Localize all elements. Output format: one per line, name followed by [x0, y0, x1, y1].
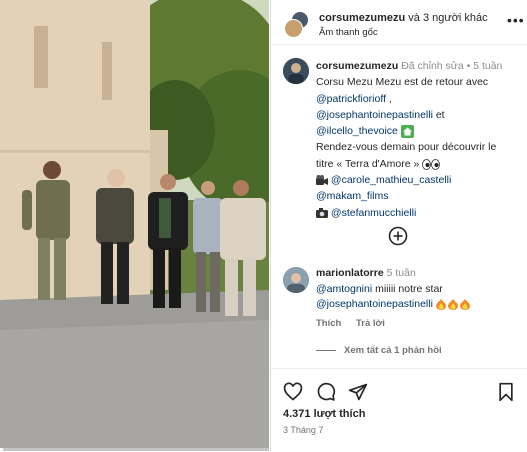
post-video[interactable]	[0, 0, 269, 451]
mention-link[interactable]: @makam_films	[316, 190, 389, 202]
video-frame	[0, 0, 269, 451]
post-panel: corsumezumezu và 3 người khác Âm thanh g…	[270, 0, 527, 451]
heart-icon[interactable]	[283, 382, 303, 402]
comment: marionlatorre 5 tuần @amtognini miiiii n…	[316, 266, 521, 313]
mention-link[interactable]: @patrickfiorioff	[316, 93, 386, 105]
comment-actions: Thích Trả lời	[316, 318, 397, 329]
header-title[interactable]: corsumezumezu và 3 người khác	[319, 12, 488, 24]
more-options-button[interactable]: •••	[507, 12, 525, 28]
comment-text: miiiii notre star	[372, 282, 443, 295]
commenter-avatar[interactable]	[283, 267, 309, 293]
caption-username[interactable]: corsumezumezu	[316, 60, 398, 72]
eyes-emoji-icon	[422, 158, 441, 170]
mention-link[interactable]: @amtognini	[316, 283, 372, 295]
caption-author-avatar[interactable]	[283, 58, 309, 84]
mention-link[interactable]: @carole_mathieu_castelli	[331, 174, 451, 186]
replies-divider	[316, 349, 336, 351]
mention-link[interactable]: @ilcello_thevoice	[316, 125, 398, 137]
caption-line-3: titre « Terra d'Amore »	[316, 157, 420, 170]
movie-camera-emoji-icon	[316, 174, 328, 185]
post-caption: corsumezumezu Đã chỉnh sửa • 5 tuần Cors…	[316, 58, 521, 221]
load-more-comments-button[interactable]	[388, 226, 408, 246]
header-collaborators[interactable]: và 3 người khác	[408, 12, 487, 24]
caption-text: ,	[386, 92, 392, 105]
mention-link[interactable]: @josephantoinepastinelli	[316, 298, 433, 310]
comment-time[interactable]: 5 tuần	[387, 267, 416, 279]
view-replies-label: Xem tất cả 1 phản hồi	[344, 345, 442, 356]
like-count[interactable]: 4.371 lượt thích	[283, 408, 365, 420]
avatar-image	[283, 58, 309, 84]
comment-reply-button[interactable]: Trả lời	[356, 318, 385, 329]
more-horizontal-icon: •••	[507, 12, 525, 28]
caption-line-2: Rendez-vous demain pour découvrir le	[316, 141, 497, 154]
edited-label: Đã chỉnh sửa	[401, 60, 464, 72]
caption-line-1: Corsu Mezu Mezu est de retour avec	[316, 76, 489, 89]
camera-emoji-icon	[316, 207, 328, 218]
comment-username[interactable]: marionlatorre	[316, 267, 384, 279]
caption-time[interactable]: 5 tuần	[473, 60, 502, 72]
post-header: corsumezumezu và 3 người khác Âm thanh g…	[271, 0, 527, 45]
avatar-image	[283, 267, 309, 293]
house-emoji-icon	[400, 124, 414, 138]
mention-link[interactable]: @josephantoinepastinelli	[316, 109, 433, 121]
audio-label[interactable]: Âm thanh gốc	[319, 27, 378, 38]
caption-text: et	[432, 108, 445, 121]
bookmark-icon[interactable]	[496, 382, 516, 402]
post-date[interactable]: 3 Tháng 7	[283, 425, 323, 435]
mention-link[interactable]: @stefanmucchielli	[331, 207, 416, 219]
view-replies-button[interactable]: Xem tất cả 1 phản hồi	[316, 345, 442, 356]
fire-emoji-icon	[435, 298, 470, 310]
share-icon[interactable]	[348, 382, 368, 402]
comment-like-button[interactable]: Thích	[316, 318, 341, 329]
author-avatar[interactable]	[284, 19, 303, 38]
header-username[interactable]: corsumezumezu	[319, 12, 405, 24]
comment-icon[interactable]	[316, 382, 336, 402]
